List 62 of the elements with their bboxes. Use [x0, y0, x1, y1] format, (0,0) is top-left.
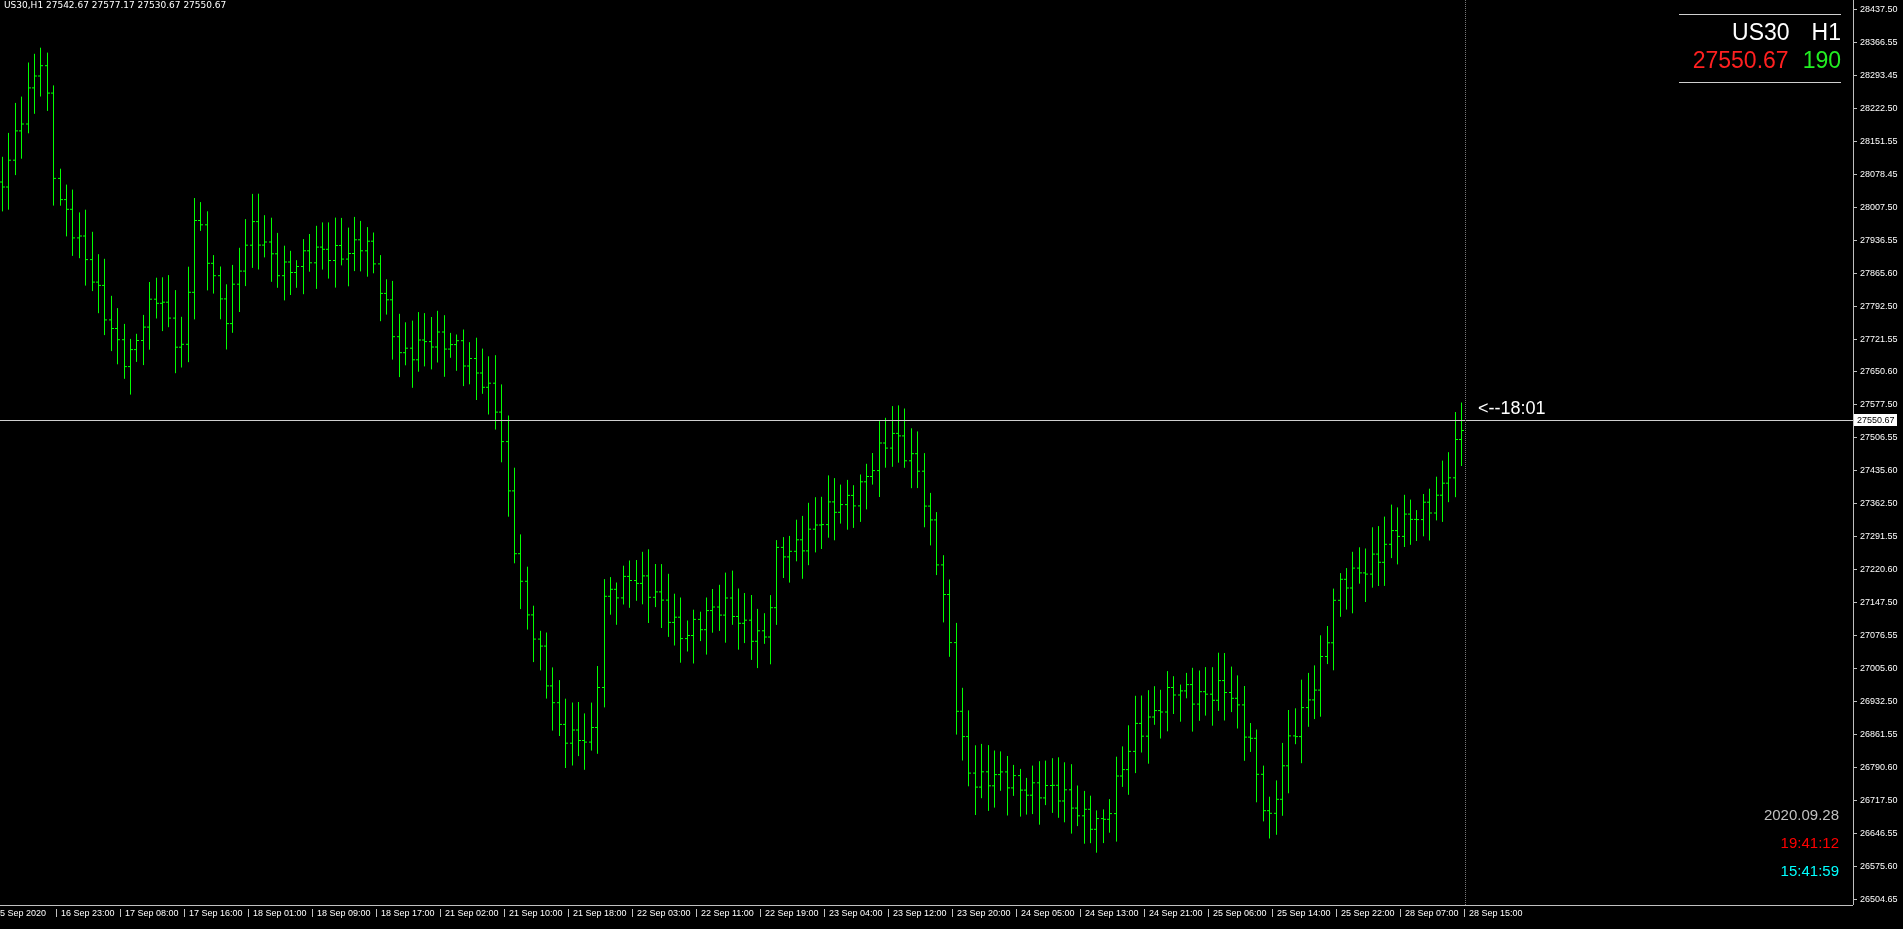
time-tick-label: 25 Sep 06:00 [1208, 909, 1272, 917]
clock-text: 15:41:59 [1780, 862, 1839, 880]
price-tick-label: 27721.55 [1854, 333, 1903, 345]
time-tick-label: 25 Sep 22:00 [1336, 909, 1400, 917]
time-tick-label: 18 Sep 09:00 [312, 909, 376, 917]
time-tick-label: 21 Sep 02:00 [440, 909, 504, 917]
price-tick-label: 26717.50 [1854, 794, 1903, 806]
current-price-label: 27550.67 [1854, 414, 1897, 426]
time-tick-label: 24 Sep 21:00 [1144, 909, 1208, 917]
time-tick-label: 22 Sep 03:00 [632, 909, 696, 917]
price-tick-label: 26646.55 [1854, 827, 1903, 839]
price-tick-label: 27435.60 [1854, 465, 1903, 477]
time-tick-label: 21 Sep 18:00 [568, 909, 632, 917]
price-tick-label: 27792.50 [1854, 300, 1903, 312]
time-tick-label: 22 Sep 11:00 [696, 909, 760, 917]
price-tick-label: 28222.50 [1854, 102, 1903, 114]
price-tick-label: 27362.50 [1854, 498, 1903, 510]
price-tick-label: 28151.55 [1854, 135, 1903, 147]
price-value: 27550.67 [1692, 47, 1789, 74]
price-tick-label: 28078.45 [1854, 168, 1903, 180]
price-tick-label: 26932.50 [1854, 696, 1903, 707]
time-tick-label: 24 Sep 05:00 [1016, 909, 1080, 917]
price-tick-label: 27865.60 [1854, 267, 1903, 279]
time-tick-label: 5 Sep 2020 [0, 909, 48, 917]
time-tick-label: 22 Sep 19:00 [760, 909, 824, 917]
price-tick-label: 27220.60 [1854, 564, 1903, 576]
price-tick-label: 27005.60 [1854, 663, 1903, 675]
price-tick-label: 26861.55 [1854, 728, 1903, 740]
time-tick-label: 24 Sep 13:00 [1080, 909, 1144, 917]
clock-text: 2020.09.28 [1763, 806, 1839, 824]
time-tick-label: 17 Sep 08:00 [120, 909, 184, 917]
price-tick-label: 27147.50 [1854, 597, 1903, 609]
time-tick-label: 23 Sep 20:00 [952, 909, 1016, 917]
time-tick-label: 21 Sep 10:00 [504, 909, 568, 917]
price-tick-label: 28366.55 [1854, 36, 1903, 48]
countdown-label: <--18:01 [1478, 398, 1546, 419]
chart-header: US30,H1 27542.67 27577.17 27530.67 27550.67 [4, 0, 227, 11]
time-tick-label: 18 Sep 01:00 [248, 909, 312, 917]
symbol-label: US30 [1732, 19, 1790, 46]
price-tick-label: 27291.55 [1854, 531, 1903, 543]
price-tick-label: 28437.50 [1854, 4, 1903, 15]
price-tick-label: 27650.60 [1854, 366, 1903, 378]
time-tick-label: 18 Sep 17:00 [376, 909, 440, 917]
timeframe-label: H1 [1811, 19, 1841, 46]
clock-text: 19:41:12 [1780, 834, 1839, 852]
price-tick-label: 26790.60 [1854, 761, 1903, 773]
time-tick-label: 16 Sep 23:00 [56, 909, 120, 917]
price-tick-label: 28007.50 [1854, 201, 1903, 213]
price-tick-label: 27577.50 [1854, 399, 1903, 411]
price-tick-label: 27506.55 [1854, 432, 1903, 444]
spread-value: 190 [1802, 47, 1841, 74]
time-tick-label: 28 Sep 15:00 [1464, 909, 1528, 917]
time-tick-label: 28 Sep 07:00 [1400, 909, 1464, 917]
time-tick-label: 17 Sep 16:00 [184, 909, 248, 917]
price-tick-label: 26575.60 [1854, 860, 1903, 872]
price-tick-label: 28293.45 [1854, 69, 1903, 81]
time-tick-label: 25 Sep 14:00 [1272, 909, 1336, 917]
price-tick-label: 27936.55 [1854, 234, 1903, 246]
time-tick-label: 23 Sep 12:00 [888, 909, 952, 917]
price-tick-label: 26504.65 [1854, 893, 1903, 905]
time-tick-label: 23 Sep 04:00 [824, 909, 888, 917]
price-tick-label: 27076.55 [1854, 630, 1903, 642]
